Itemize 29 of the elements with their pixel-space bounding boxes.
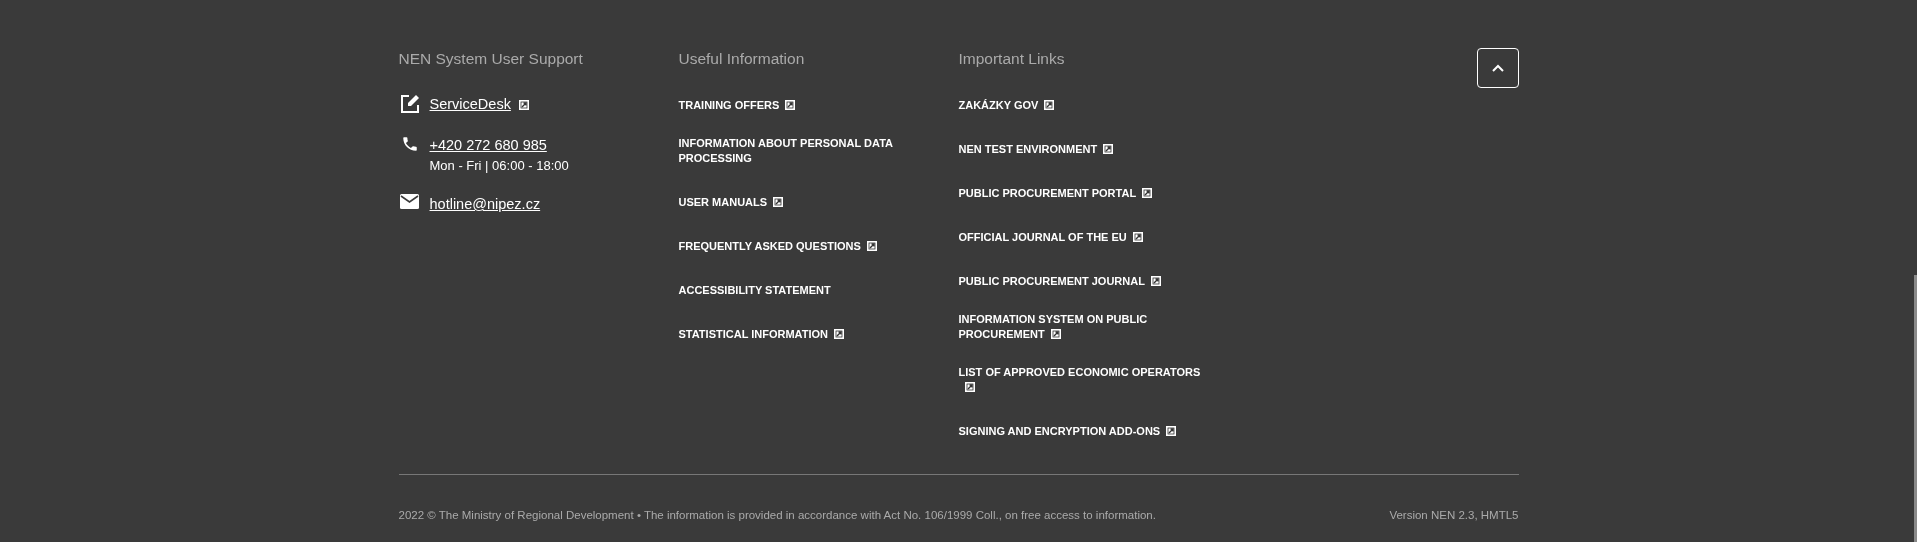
contact-link[interactable]: hotline@nipez.cz (429, 196, 541, 212)
contact-link[interactable]: ServiceDesk (429, 96, 529, 112)
edit-icon (399, 94, 420, 114)
copyright-text: 2022 © The Ministry of Regional Development • The information is provided in accordance with Act No. 106/1999 Coll., on free access to information. (398, 508, 1156, 523)
footer-link[interactable]: NEN TEST ENVIRONMENT (958, 142, 1114, 157)
footer-link[interactable]: PUBLIC PROCUREMENT JOURNAL (958, 274, 1161, 289)
footer-link[interactable]: TRAINING OFFERS (678, 98, 796, 113)
footer-link[interactable]: FREQUENTLY ASKED QUESTIONS (678, 239, 877, 254)
footer-link[interactable]: SIGNING AND ENCRYPTION ADD-ONS (958, 424, 1177, 439)
scrollbar[interactable] (1914, 275, 1917, 542)
footer-link[interactable]: ZAKÁZKY GOV (958, 98, 1055, 113)
email-icon (400, 194, 419, 209)
footer-link[interactable]: PUBLIC PROCUREMENT PORTAL (958, 186, 1153, 201)
footer-link[interactable]: ACCESSIBILITY STATEMENT (678, 283, 831, 298)
contact-link[interactable]: +420 272 680 985 (429, 137, 547, 153)
footer-link[interactable]: LIST OF APPROVED ECONOMIC OPERATORS (958, 365, 1209, 395)
column-heading: Useful Information (678, 49, 806, 69)
phone-icon (400, 135, 419, 153)
hours-text: Mon - Fri | 06:00 - 18:00 (429, 157, 569, 175)
footer-link[interactable]: OFFICIAL JOURNAL OF THE EU (958, 230, 1143, 245)
scroll-to-top-button[interactable] (1476, 48, 1519, 88)
version-text: Version NEN 2.3, HMTL5 (1389, 508, 1519, 523)
footer-link[interactable]: USER MANUALS (678, 195, 784, 210)
footer-link[interactable]: STATISTICAL INFORMATION (678, 327, 844, 342)
column-heading: Important Links (958, 49, 1066, 69)
footer-link[interactable]: INFORMATION ABOUT PERSONAL DATA PROCESSING (678, 136, 929, 166)
column-heading: NEN System User Support (398, 49, 584, 69)
chevron-up-icon (1491, 64, 1504, 72)
footer-link[interactable]: INFORMATION SYSTEM ON PUBLIC PROCUREMENT (958, 312, 1209, 342)
